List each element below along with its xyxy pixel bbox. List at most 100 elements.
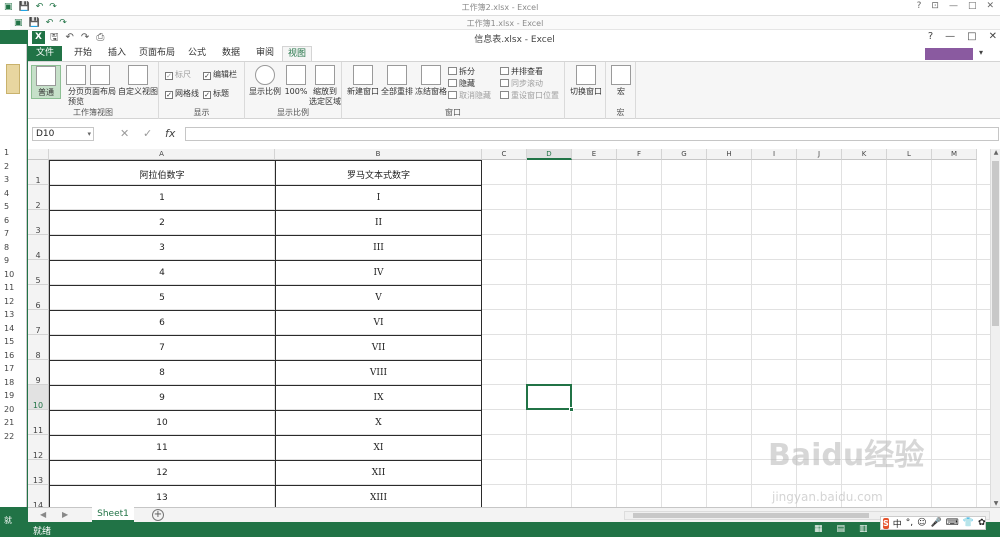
table-cell[interactable]: 3 xyxy=(49,243,275,253)
column-header[interactable]: L xyxy=(887,149,932,160)
table-header-cell[interactable]: 罗马文本式数字 xyxy=(275,168,482,181)
scrollbar-thumb[interactable] xyxy=(633,513,869,518)
row-header[interactable]: 2 xyxy=(28,185,49,210)
chevron-down-icon[interactable]: ▾ xyxy=(87,128,91,140)
tab-file[interactable]: 文件 xyxy=(28,46,62,61)
formula-bar-checkbox[interactable]: ✓ 编辑栏 xyxy=(203,69,237,80)
insert-function-icon[interactable]: fx xyxy=(165,127,175,141)
table-cell[interactable]: 12 xyxy=(49,468,275,478)
table-cell[interactable]: IX xyxy=(275,393,482,403)
sogou-logo-icon[interactable]: S xyxy=(883,517,889,529)
tab-data[interactable]: 数据 xyxy=(216,46,246,61)
column-header[interactable]: H xyxy=(707,149,752,160)
row-header[interactable]: 4 xyxy=(28,235,49,260)
sync-scroll-button[interactable]: 同步滚动 xyxy=(500,78,543,89)
table-cell[interactable]: 4 xyxy=(49,268,275,278)
help-button[interactable]: ? xyxy=(928,31,933,42)
unhide-button[interactable]: 取消隐藏 xyxy=(448,90,491,101)
row-header[interactable]: 11 xyxy=(28,410,49,435)
row-header[interactable]: 12 xyxy=(28,435,49,460)
page-layout-view-icon[interactable]: ▤ xyxy=(837,524,846,534)
table-cell[interactable]: IV xyxy=(275,268,482,278)
table-cell[interactable]: VII xyxy=(275,343,482,353)
arrange-all-button[interactable]: 全部重排 xyxy=(380,65,414,97)
row-header[interactable]: 3 xyxy=(28,210,49,235)
reset-window-position-button[interactable]: 重设窗口位置 xyxy=(500,90,559,101)
switch-windows-button[interactable]: 切换窗口 xyxy=(567,65,605,97)
column-header[interactable]: K xyxy=(842,149,887,160)
column-header[interactable]: J xyxy=(797,149,842,160)
macros-button[interactable]: 宏 xyxy=(608,65,634,97)
formula-input[interactable] xyxy=(185,127,999,141)
row-header[interactable]: 8 xyxy=(28,335,49,360)
page-layout-button[interactable]: 页面布局 xyxy=(84,65,116,97)
zoom-button[interactable]: 显示比例 xyxy=(247,65,283,97)
ruler-checkbox[interactable]: ✓ 标尺 xyxy=(165,69,191,80)
punctuation-icon[interactable]: °, xyxy=(906,518,913,528)
hide-button[interactable]: 隐藏 xyxy=(448,78,475,89)
column-header[interactable]: G xyxy=(662,149,707,160)
custom-views-button[interactable]: 自定义视图 xyxy=(118,65,158,97)
column-header[interactable]: E xyxy=(572,149,617,160)
view-side-by-side-button[interactable]: 并排查看 xyxy=(500,66,543,77)
background-window-1-controls[interactable]: ? ⊡ — □ ✕ xyxy=(917,1,994,11)
maximize-button[interactable]: □ xyxy=(967,31,976,42)
row-header[interactable]: 1 xyxy=(28,160,49,185)
row-header[interactable]: 7 xyxy=(28,310,49,335)
zoom-100-button[interactable]: 100% xyxy=(283,65,309,97)
headings-checkbox[interactable]: ✓ 标题 xyxy=(203,88,229,99)
sheet-prev-icon[interactable]: ◀ xyxy=(40,510,46,519)
normal-view-icon[interactable]: ▦ xyxy=(814,524,823,534)
column-header[interactable]: F xyxy=(617,149,662,160)
minimize-button[interactable]: — xyxy=(945,31,955,42)
table-cell[interactable]: 8 xyxy=(49,368,275,378)
table-cell[interactable]: X xyxy=(275,418,482,428)
table-header-cell[interactable]: 阿拉伯数字 xyxy=(49,168,275,181)
fill-handle[interactable] xyxy=(569,407,574,412)
table-cell[interactable]: 2 xyxy=(49,218,275,228)
tab-view[interactable]: 视图 xyxy=(282,46,312,61)
column-header[interactable]: C xyxy=(482,149,527,160)
zoom-to-selection-button[interactable]: 缩放到 选定区域 xyxy=(309,65,341,107)
select-all-corner[interactable] xyxy=(28,149,49,160)
table-cell[interactable]: XII xyxy=(275,468,482,478)
cancel-icon[interactable]: ✕ xyxy=(120,127,129,141)
table-cell[interactable]: XI xyxy=(275,443,482,453)
chevron-down-icon[interactable]: ▾ xyxy=(979,48,983,57)
table-cell[interactable]: 9 xyxy=(49,393,275,403)
page-break-view-icon[interactable]: ▥ xyxy=(859,524,868,534)
enter-icon[interactable]: ✓ xyxy=(143,127,152,141)
row-header[interactable]: 13 xyxy=(28,460,49,485)
close-button[interactable]: ✕ xyxy=(989,31,997,42)
row-header[interactable]: 9 xyxy=(28,360,49,385)
tab-home[interactable]: 开始 xyxy=(68,46,98,61)
row-header[interactable]: 14 xyxy=(28,485,49,507)
row-header[interactable]: 10 xyxy=(28,385,49,410)
table-cell[interactable]: 7 xyxy=(49,343,275,353)
table-cell[interactable]: III xyxy=(275,243,482,253)
row-header[interactable]: 5 xyxy=(28,260,49,285)
tab-review[interactable]: 审阅 xyxy=(250,46,280,61)
microphone-icon[interactable]: 🎤 xyxy=(931,518,942,528)
gridlines-checkbox[interactable]: ✓ 网格线 xyxy=(165,88,199,99)
table-cell[interactable]: 5 xyxy=(49,293,275,303)
active-cell[interactable] xyxy=(526,384,574,412)
tab-page-layout[interactable]: 页面布局 xyxy=(136,46,178,61)
sheet-tab[interactable]: Sheet1 xyxy=(92,507,134,522)
column-header[interactable]: B xyxy=(275,149,482,160)
add-sheet-icon[interactable]: + xyxy=(152,509,164,521)
tab-formulas[interactable]: 公式 xyxy=(182,46,212,61)
table-cell[interactable]: 11 xyxy=(49,443,275,453)
scroll-up-icon[interactable]: ▲ xyxy=(991,149,1000,156)
row-header[interactable]: 6 xyxy=(28,285,49,310)
account-avatar[interactable] xyxy=(925,48,973,60)
scrollbar-thumb[interactable] xyxy=(992,161,999,326)
ime-mode[interactable]: 中 xyxy=(893,517,902,530)
name-box[interactable]: D10 ▾ xyxy=(32,127,94,141)
keyboard-icon[interactable]: ⌨ xyxy=(946,518,959,528)
vertical-scrollbar[interactable]: ▲ ▼ xyxy=(990,149,1000,507)
table-cell[interactable]: VIII xyxy=(275,368,482,378)
table-cell[interactable]: 6 xyxy=(49,318,275,328)
normal-view-button[interactable]: 普通 xyxy=(31,65,61,99)
table-cell[interactable]: I xyxy=(275,193,482,203)
